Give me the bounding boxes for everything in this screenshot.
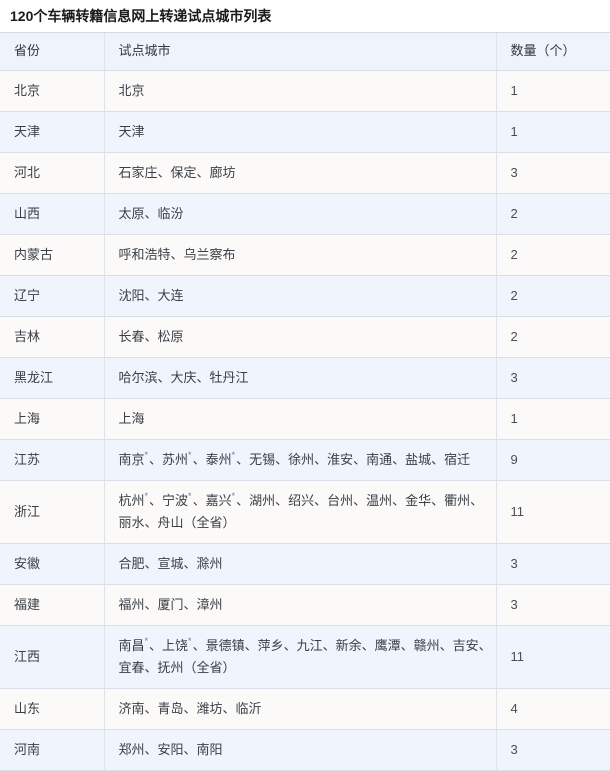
table-row: 辽宁 沈阳、大连 2: [0, 275, 610, 317]
cell-count: 3: [496, 357, 610, 399]
cell-province: 江西: [0, 625, 105, 689]
city-list-table-container: 120个车辆转籍信息网上转递试点城市列表 省份 试点城市 数量（个） 北京 北京 1…: [0, 0, 610, 771]
cell-cities: 南京*、苏州*、泰州*、无锡、徐州、淮安、南通、盐城、宿迁: [104, 439, 497, 481]
cell-province: 江苏: [0, 439, 105, 481]
table-row: 黑龙江 哈尔滨、大庆、牡丹江 3: [0, 357, 610, 399]
pilot-city-table: 省份 试点城市 数量（个） 北京 北京 1 天津 天津 1 河北 石家庄、保定、廊坊 3 山西 太原…: [0, 33, 610, 771]
table-row: 浙江 杭州*、宁波*、嘉兴*、湖州、绍兴、台州、温州、金华、衢州、丽水、舟山（全省…: [0, 480, 610, 544]
cell-cities: 长春、松原: [104, 316, 497, 358]
cell-province: 上海: [0, 398, 105, 440]
cell-count: 3: [496, 543, 610, 585]
cell-province: 内蒙古: [0, 234, 105, 276]
cell-count: 2: [496, 316, 610, 358]
table-body: 北京 北京 1 天津 天津 1 河北 石家庄、保定、廊坊 3 山西 太原、临汾 2 内蒙古 呼和浩特、乌兰…: [0, 70, 610, 771]
cell-province: 黑龙江: [0, 357, 105, 399]
table-row: 江苏 南京*、苏州*、泰州*、无锡、徐州、淮安、南通、盐城、宿迁 9: [0, 439, 610, 481]
cell-count: 4: [496, 688, 610, 730]
table-row: 天津 天津 1: [0, 111, 610, 153]
cell-province: 北京: [0, 70, 105, 112]
column-header-province: 省份: [0, 33, 105, 71]
cell-cities: 太原、临汾: [104, 193, 497, 235]
cell-count: 2: [496, 193, 610, 235]
cell-cities: 南昌*、上饶*、景德镇、萍乡、九江、新余、鹰潭、赣州、吉安、宜春、抚州（全省）: [104, 625, 497, 689]
footnote-star-marker: *: [231, 450, 236, 461]
footnote-star-marker: *: [188, 636, 192, 647]
table-row: 内蒙古 呼和浩特、乌兰察布 2: [0, 234, 610, 276]
cell-province: 吉林: [0, 316, 105, 358]
cell-count: 2: [496, 234, 610, 276]
footnote-star-marker: *: [144, 450, 149, 461]
footnote-star-marker: *: [144, 636, 149, 647]
cell-province: 山东: [0, 688, 105, 730]
table-row: 北京 北京 1: [0, 70, 610, 112]
footnote-star-marker: *: [188, 491, 192, 502]
table-row: 山西 太原、临汾 2: [0, 193, 610, 235]
cell-cities: 济南、青岛、潍坊、临沂: [104, 688, 497, 730]
table-header-row: 省份 试点城市 数量（个）: [0, 33, 610, 71]
cell-cities: 合肥、宣城、滁州: [104, 543, 497, 585]
cell-cities: 石家庄、保定、廊坊: [104, 152, 497, 194]
cell-count: 1: [496, 70, 610, 112]
cell-cities: 北京: [104, 70, 497, 112]
cell-cities: 杭州*、宁波*、嘉兴*、湖州、绍兴、台州、温州、金华、衢州、丽水、舟山（全省）: [104, 480, 497, 544]
table-row: 山东 济南、青岛、潍坊、临沂 4: [0, 688, 610, 730]
cell-province: 山西: [0, 193, 105, 235]
table-header: 省份 试点城市 数量（个）: [0, 33, 610, 71]
column-header-count: 数量（个）: [496, 33, 610, 71]
footnote-star-marker: *: [144, 491, 149, 502]
cell-count: 9: [496, 439, 610, 481]
table-row: 河北 石家庄、保定、廊坊 3: [0, 152, 610, 194]
cell-province: 安徽: [0, 543, 105, 585]
cell-count: 3: [496, 584, 610, 626]
cell-count: 3: [496, 729, 610, 771]
cell-count: 3: [496, 152, 610, 194]
table-row: 江西 南昌*、上饶*、景德镇、萍乡、九江、新余、鹰潭、赣州、吉安、宜春、抚州（全省…: [0, 625, 610, 689]
footnote-star-marker: *: [188, 450, 192, 461]
cell-province: 天津: [0, 111, 105, 153]
column-header-cities: 试点城市: [104, 33, 497, 71]
cell-cities: 天津: [104, 111, 497, 153]
table-row: 吉林 长春、松原 2: [0, 316, 610, 358]
footnote-star-marker: *: [231, 491, 236, 502]
cell-count: 11: [496, 480, 610, 544]
cell-province: 辽宁: [0, 275, 105, 317]
cell-cities: 呼和浩特、乌兰察布: [104, 234, 497, 276]
table-row: 上海 上海 1: [0, 398, 610, 440]
table-row: 安徽 合肥、宣城、滁州 3: [0, 543, 610, 585]
cell-province: 福建: [0, 584, 105, 626]
cell-count: 1: [496, 398, 610, 440]
cell-province: 河南: [0, 729, 105, 771]
cell-count: 1: [496, 111, 610, 153]
cell-cities: 哈尔滨、大庆、牡丹江: [104, 357, 497, 399]
cell-cities: 上海: [104, 398, 497, 440]
cell-cities: 沈阳、大连: [104, 275, 497, 317]
cell-province: 河北: [0, 152, 105, 194]
table-row: 河南 郑州、安阳、南阳 3: [0, 729, 610, 771]
cell-cities: 福州、厦门、漳州: [104, 584, 497, 626]
table-row: 福建 福州、厦门、漳州 3: [0, 584, 610, 626]
table-title: 120个车辆转籍信息网上转递试点城市列表: [0, 0, 610, 33]
cell-province: 浙江: [0, 480, 105, 544]
cell-count: 2: [496, 275, 610, 317]
cell-count: 11: [496, 625, 610, 689]
cell-cities: 郑州、安阳、南阳: [104, 729, 497, 771]
